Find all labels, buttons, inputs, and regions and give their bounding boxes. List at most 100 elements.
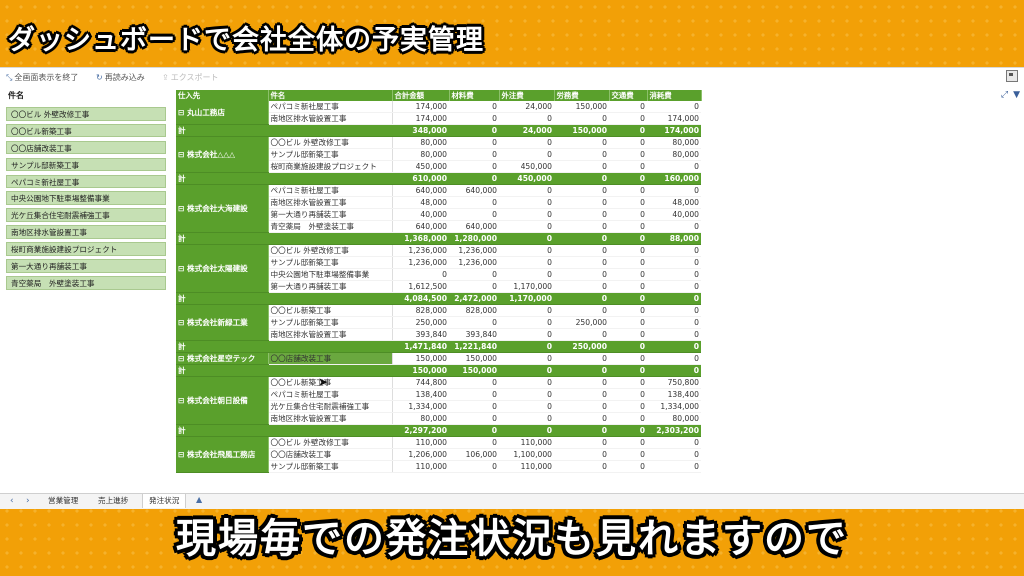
header-total-amount[interactable]: 合計金額: [392, 90, 450, 101]
subtotal-amount-cell: 450,000: [499, 172, 554, 185]
export-button[interactable]: ⇪ エクスポート: [162, 72, 218, 83]
collapse-toggle-icon[interactable]: ⊟: [178, 354, 187, 363]
collapse-toggle-icon[interactable]: ⊟: [178, 108, 187, 117]
subtotal-row[interactable]: 計 150,000 150,000 0 0 0 0: [176, 364, 701, 377]
amount-cell: 0: [554, 352, 609, 365]
slicer-item[interactable]: 光ケ丘集合住宅耐震補強工事: [6, 208, 166, 222]
subtotal-amount-cell: 0: [499, 232, 554, 245]
header-material[interactable]: 材料費: [449, 90, 500, 101]
amount-cell: 1,206,000: [392, 448, 449, 461]
filter-icon[interactable]: ▼: [1013, 90, 1020, 100]
amount-cell: 0: [609, 112, 647, 125]
amount-cell: 0: [647, 328, 701, 341]
amount-cell: 0: [499, 316, 554, 329]
subtotal-row[interactable]: 計 1,368,000 1,280,000 0 0 0 88,000: [176, 232, 701, 245]
header-labor[interactable]: 労務費: [554, 90, 610, 101]
amount-cell: 0: [499, 136, 554, 149]
collapse-toggle-icon[interactable]: ⊟: [178, 204, 187, 213]
subtotal-amount-cell: 88,000: [647, 232, 701, 245]
collapse-toggle-icon[interactable]: ⊟: [178, 264, 187, 273]
amount-cell: 640,000: [449, 220, 499, 233]
header-project[interactable]: 件名: [268, 90, 393, 101]
slicer-title: 件名: [8, 91, 24, 100]
project-cell: 桜町商業施設建設プロジェクト: [268, 160, 393, 173]
subtotal-row[interactable]: 計 1,471,840 1,221,840 0 250,000 0 0: [176, 340, 701, 353]
window-corner-icon[interactable]: [1006, 70, 1018, 82]
dashboard-window: ⤡ 全画面表示を終了 ↻ 再読み込み ⇪ エクスポート ⤢ ▼ 件名 〇〇ビル …: [0, 68, 1024, 509]
subtotal-amount-cell: 2,472,000: [449, 292, 499, 305]
amount-cell: 0: [499, 244, 554, 257]
table-row[interactable]: ⊟ 株式会社新緑工業 〇〇ビル新築工事 828,000 828,000 0 0 0 0: [176, 304, 701, 341]
table-row[interactable]: ⊟ 株式会社朝日設備 〇〇ビル新築工事 744,800 0 0 0 0 750,800: [176, 376, 701, 425]
vendor-cell[interactable]: ⊟ 丸山工務店: [176, 101, 269, 125]
table-row[interactable]: ⊟ 株式会社飛風工務店 〇〇ビル 外壁改修工事 110,000 0 110,000 0 0 0: [176, 436, 701, 473]
slicer-item[interactable]: 桜町商業施設建設プロジェクト: [6, 242, 166, 256]
vendor-cell[interactable]: ⊟ 株式会社大海建設: [176, 184, 269, 233]
table-row[interactable]: ⊟ 株式会社△△△ 〇〇ビル 外壁改修工事 80,000 0 0 0 0 80,000: [176, 136, 701, 173]
header-vendor[interactable]: 仕入先: [176, 90, 269, 101]
header-transport[interactable]: 交通費: [609, 90, 648, 101]
subtotal-amount-cell: 150,000: [449, 364, 499, 377]
amount-cell: 1,612,500: [392, 280, 449, 293]
slicer-item[interactable]: サンプル邸新築工事: [6, 157, 166, 172]
slicer-item[interactable]: ペパコミ新社屋工事: [6, 174, 166, 189]
collapse-icon: ⤡: [6, 72, 13, 82]
slicer-item[interactable]: 第一大通り再舗装工事: [6, 259, 166, 273]
subtotal-amount-cell: 0: [609, 364, 647, 377]
project-cell: サンプル邸新築工事: [268, 148, 393, 161]
amount-cell: 1,236,000: [449, 256, 499, 269]
collapse-toggle-icon[interactable]: ⊟: [178, 450, 187, 459]
expand-icon[interactable]: ⤢: [1001, 90, 1008, 100]
amount-cell: 110,000: [499, 436, 554, 449]
amount-cell: 0: [647, 101, 701, 113]
amount-cell: 0: [554, 400, 609, 413]
header-outsourcing[interactable]: 外注費: [499, 90, 555, 101]
subtotal-amount-cell: 150,000: [554, 124, 609, 137]
subtotal-amount-cell: 0: [609, 172, 647, 185]
subtotal-amount-cell: 610,000: [392, 172, 449, 185]
collapse-toggle-icon[interactable]: ⊟: [178, 396, 187, 405]
table-row[interactable]: ⊟ 株式会社大海建設 ペパコミ新社屋工事 640,000 640,000 0 0 0 0: [176, 184, 701, 233]
table-row[interactable]: ⊟ 丸山工務店 ペパコミ新社屋工事 174,000 0 24,000 150,000 0 0: [176, 101, 701, 125]
slicer-item[interactable]: 青空薬局 外壁塗装工事: [6, 275, 166, 290]
vendor-cell[interactable]: ⊟ 株式会社朝日設備: [176, 376, 269, 425]
slicer-item[interactable]: 中央公園地下駐車場整備事業: [6, 191, 166, 206]
project-cell: ペパコミ新社屋工事: [268, 184, 393, 197]
vendor-cell[interactable]: ⊟ 株式会社飛風工務店: [176, 436, 269, 473]
slicer-item[interactable]: 〇〇ビル新築工事: [6, 123, 166, 138]
exit-fullscreen-button[interactable]: ⤡ 全画面表示を終了: [6, 72, 78, 83]
subtotal-row[interactable]: 計 2,297,200 0 0 0 0 2,303,200: [176, 424, 701, 437]
project-cell: 南地区排水管設置工事: [268, 412, 393, 425]
amount-cell: 80,000: [392, 136, 449, 149]
slicer-item[interactable]: 〇〇店舗改装工事: [6, 140, 166, 155]
subtotal-amount-cell: 0: [449, 124, 499, 137]
amount-cell: 0: [554, 436, 609, 449]
amount-cell: 80,000: [392, 412, 449, 425]
slicer-item[interactable]: 南地区排水管設置工事: [6, 225, 166, 239]
amount-cell: 106,000: [449, 448, 499, 461]
subtotal-label: 計: [176, 364, 268, 377]
subtotal-amount-cell: 0: [554, 364, 609, 377]
vendor-cell[interactable]: ⊟ 株式会社△△△: [176, 136, 269, 173]
reload-button[interactable]: ↻ 再読み込み: [96, 72, 145, 83]
subtotal-row[interactable]: 計 348,000 0 24,000 150,000 0 174,000: [176, 124, 701, 137]
tab-prev-icon[interactable]: ‹: [10, 496, 14, 506]
subtotal-row[interactable]: 計 610,000 0 450,000 0 0 160,000: [176, 172, 701, 185]
tab-next-icon[interactable]: ›: [26, 496, 30, 506]
subtotal-amount-cell: 24,000: [499, 124, 554, 137]
vendor-cell[interactable]: ⊟ 株式会社新緑工業: [176, 304, 269, 341]
vendor-cell[interactable]: ⊟ 株式会社星空テック: [176, 352, 269, 365]
vendor-cell[interactable]: ⊟ 株式会社太陽建設: [176, 244, 269, 293]
collapse-toggle-icon[interactable]: ⊟: [178, 318, 187, 327]
amount-cell: 0: [449, 376, 499, 389]
table-row[interactable]: ⊟ 株式会社星空テック 〇〇店舗改装工事 150,000 150,000 0 0 0 0: [176, 352, 701, 365]
slicer-item[interactable]: 〇〇ビル 外壁改修工事: [6, 107, 166, 121]
table-row[interactable]: ⊟ 株式会社太陽建設 〇〇ビル 外壁改修工事 1,236,000 1,236,000 0…: [176, 244, 701, 293]
header-consumables[interactable]: 消耗費: [647, 90, 702, 101]
amount-cell: 80,000: [647, 148, 701, 161]
vendor-name: 株式会社星空テック: [187, 354, 256, 363]
add-page-icon[interactable]: ▲: [196, 495, 202, 504]
collapse-toggle-icon[interactable]: ⊟: [178, 150, 187, 159]
subtotal-row[interactable]: 計 4,084,500 2,472,000 1,170,000 0 0 0: [176, 292, 701, 305]
amount-cell: 0: [647, 304, 701, 317]
